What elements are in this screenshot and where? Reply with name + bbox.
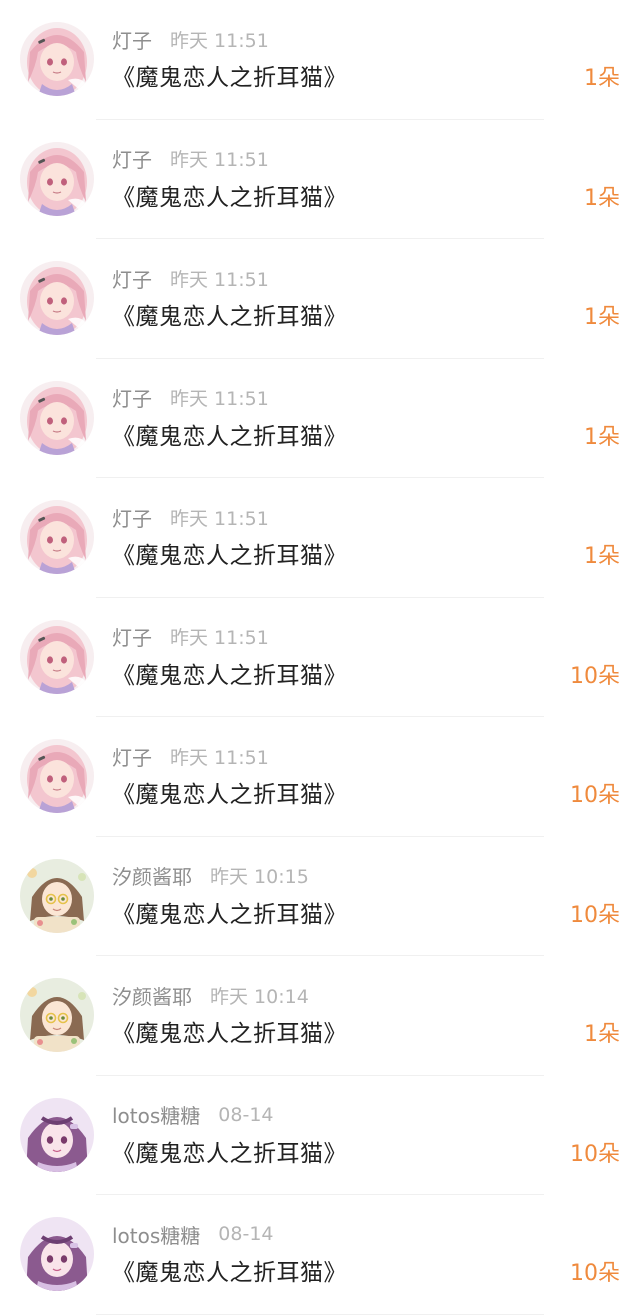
timestamp: 昨天 11:51 — [170, 507, 269, 530]
book-title: 《魔鬼恋人之折耳猫》 — [112, 1260, 347, 1286]
gift-record-list: 灯子 昨天 11:51 《魔鬼恋人之折耳猫》 1朵 灯子 昨天 11:51 《魔鬼恋人之折… — [0, 0, 640, 1315]
list-item[interactable]: 灯子 昨天 11:51 《魔鬼恋人之折耳猫》 1朵 — [0, 120, 640, 239]
book-title: 《魔鬼恋人之折耳猫》 — [112, 1140, 347, 1167]
list-item[interactable]: 汐颜酱耶 昨天 10:15 《魔鬼恋人之折耳猫》 10朵 — [0, 837, 640, 956]
avatar[interactable] — [20, 141, 94, 216]
item-meta: 灯子 昨天 11:51 — [112, 622, 269, 652]
book-title: 《魔鬼恋人之折耳猫》 — [112, 304, 347, 330]
book-title: 《魔鬼恋人之折耳猫》 — [112, 662, 347, 689]
user-name[interactable]: 灯子 — [112, 622, 152, 651]
list-item[interactable]: 灯子 昨天 11:51 《魔鬼恋人之折耳猫》 1朵 — [0, 359, 640, 478]
flower-count: 10朵 — [570, 783, 620, 808]
avatar[interactable] — [20, 858, 94, 933]
book-title: 《魔鬼恋人之折耳猫》 — [112, 543, 347, 569]
user-name[interactable]: 灯子 — [112, 383, 152, 412]
timestamp: 昨天 11:51 — [170, 388, 269, 410]
avatar[interactable] — [20, 1217, 94, 1291]
item-meta: 汐颜酱耶 昨天 10:15 — [112, 861, 309, 891]
user-name[interactable]: 汐颜酱耶 — [112, 981, 192, 1010]
avatar[interactable] — [20, 739, 94, 813]
timestamp: 昨天 11:51 — [170, 149, 269, 171]
list-item[interactable]: 灯子 昨天 11:51 《魔鬼恋人之折耳猫》 1朵 — [0, 239, 640, 359]
list-item[interactable]: 灯子 昨天 11:51 《魔鬼恋人之折耳猫》 10朵 — [0, 598, 640, 717]
user-name[interactable]: 灯子 — [112, 144, 152, 173]
timestamp: 昨天 11:51 — [170, 29, 269, 52]
flower-count: 1朵 — [584, 424, 620, 450]
item-meta: lotos糖糖 08-14 — [112, 1100, 274, 1130]
timestamp: 08-14 — [218, 1103, 274, 1126]
flower-count: 1朵 — [584, 1022, 620, 1047]
item-meta: 灯子 昨天 11:51 — [112, 741, 269, 771]
avatar[interactable] — [20, 619, 94, 694]
list-item[interactable]: 汐颜酱耶 昨天 10:14 《魔鬼恋人之折耳猫》 1朵 — [0, 956, 640, 1076]
item-meta: 灯子 昨天 11:51 — [112, 144, 269, 174]
user-name[interactable]: lotos糖糖 — [112, 1220, 200, 1249]
list-item[interactable]: 灯子 昨天 11:51 《魔鬼恋人之折耳猫》 10朵 — [0, 717, 640, 837]
user-name[interactable]: 灯子 — [112, 742, 152, 771]
avatar[interactable] — [20, 500, 94, 574]
flower-count: 1朵 — [584, 66, 620, 91]
list-item[interactable]: 灯子 昨天 11:51 《魔鬼恋人之折耳猫》 1朵 — [0, 478, 640, 598]
timestamp: 昨天 10:14 — [210, 985, 309, 1008]
list-item[interactable]: 灯子 昨天 11:51 《魔鬼恋人之折耳猫》 1朵 — [0, 0, 640, 120]
list-item[interactable]: lotos糖糖 08-14 《魔鬼恋人之折耳猫》 10朵 — [0, 1195, 640, 1315]
user-name[interactable]: 汐颜酱耶 — [112, 861, 192, 890]
avatar[interactable] — [20, 261, 94, 335]
user-name[interactable]: 灯子 — [112, 503, 152, 532]
item-meta: 灯子 昨天 11:51 — [112, 383, 269, 413]
item-meta: 汐颜酱耶 昨天 10:14 — [112, 980, 309, 1010]
flower-count: 10朵 — [570, 1261, 620, 1286]
user-name[interactable]: 灯子 — [112, 264, 152, 293]
user-name[interactable]: 灯子 — [112, 25, 152, 54]
book-title: 《魔鬼恋人之折耳猫》 — [112, 782, 347, 808]
avatar[interactable] — [20, 22, 94, 96]
flower-count: 1朵 — [584, 185, 620, 211]
flower-count: 10朵 — [570, 1141, 620, 1167]
flower-count: 10朵 — [570, 902, 620, 928]
flower-count: 1朵 — [584, 305, 620, 330]
item-meta: 灯子 昨天 11:51 — [112, 263, 269, 293]
book-title: 《魔鬼恋人之折耳猫》 — [112, 901, 347, 928]
book-title: 《魔鬼恋人之折耳猫》 — [112, 184, 347, 211]
avatar[interactable] — [20, 1097, 94, 1172]
item-meta: 灯子 昨天 11:51 — [112, 24, 269, 54]
timestamp: 昨天 10:15 — [210, 866, 309, 888]
item-meta: lotos糖糖 08-14 — [112, 1219, 274, 1249]
timestamp: 昨天 11:51 — [170, 746, 269, 769]
item-meta: 灯子 昨天 11:51 — [112, 502, 269, 532]
timestamp: 昨天 11:51 — [170, 627, 269, 649]
avatar[interactable] — [20, 380, 94, 455]
timestamp: 昨天 11:51 — [170, 268, 269, 291]
user-name[interactable]: lotos糖糖 — [112, 1100, 200, 1129]
divider — [96, 1313, 544, 1315]
book-title: 《魔鬼恋人之折耳猫》 — [112, 423, 347, 450]
book-title: 《魔鬼恋人之折耳猫》 — [112, 65, 347, 91]
book-title: 《魔鬼恋人之折耳猫》 — [112, 1021, 347, 1047]
flower-count: 10朵 — [570, 663, 620, 689]
avatar[interactable] — [20, 978, 94, 1052]
flower-count: 1朵 — [584, 544, 620, 569]
list-item[interactable]: lotos糖糖 08-14 《魔鬼恋人之折耳猫》 10朵 — [0, 1076, 640, 1195]
timestamp: 08-14 — [218, 1223, 274, 1245]
